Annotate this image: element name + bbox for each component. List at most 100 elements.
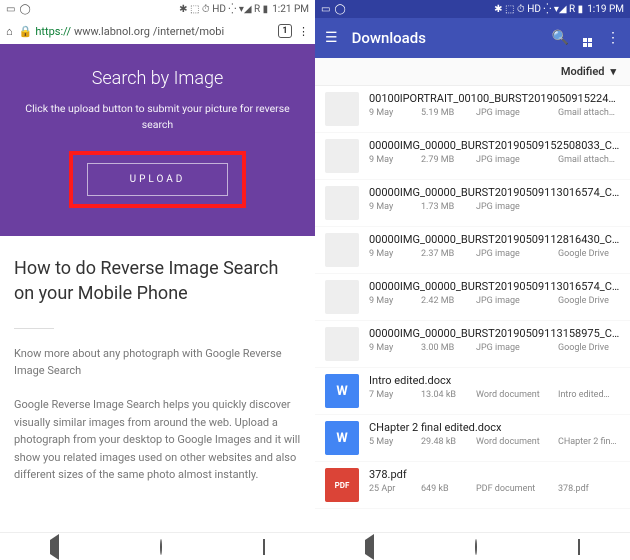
home-icon[interactable]: ⌂ — [6, 25, 13, 38]
file-name: 00000IMG_00000_BURST20190509113016574_C… — [369, 186, 620, 199]
file-size: 2.37 MB — [421, 249, 476, 259]
file-row[interactable]: 00000IMG_00000_BURST20190509152508033_C…… — [315, 133, 630, 180]
pdf-icon: PDF — [325, 468, 359, 502]
file-date: 9 May — [369, 108, 421, 118]
status-time: 1:21 PM — [272, 4, 309, 15]
url-host: www.labnol.org — [74, 25, 150, 38]
file-type: JPG image — [476, 108, 558, 118]
file-date: 5 May — [369, 437, 421, 447]
file-type: JPG image — [476, 202, 558, 212]
file-size: 13.04 kB — [421, 390, 476, 400]
article-paragraph: Google Reverse Image Search helps you qu… — [14, 396, 301, 484]
sort-bar[interactable]: Modified ▾ — [315, 58, 630, 86]
app-bar: ☰ Downloads 🔍 ⋮ — [315, 18, 630, 58]
file-date: 9 May — [369, 155, 421, 165]
file-date: 9 May — [369, 296, 421, 306]
menu-icon[interactable]: ⋮ — [298, 25, 309, 38]
file-name: 00000IMG_00000_BURST20190509112816430_C… — [369, 233, 620, 246]
divider — [14, 328, 54, 329]
file-name: 00000IMG_00000_BURST20190509113158975_C… — [369, 327, 620, 340]
file-size: 2.42 MB — [421, 296, 476, 306]
android-nav-bar — [0, 532, 315, 560]
file-size: 2.79 MB — [421, 155, 476, 165]
file-source — [558, 202, 620, 212]
lock-icon: 🔒 — [19, 25, 33, 38]
upload-highlight: UPLOAD — [69, 151, 247, 208]
home-button[interactable] — [160, 540, 162, 554]
status-bar: ▭◯ ✱ ⬚ ⏱ HD ⁛ ▾◢ R ▮1:19 PM — [315, 0, 630, 18]
file-date: 9 May — [369, 249, 421, 259]
file-size: 3.00 MB — [421, 343, 476, 353]
status-notification-icon: ▭ — [321, 4, 330, 15]
file-row[interactable]: PDF378.pdf25 Apr649 kBPDF document378.pd… — [315, 462, 630, 509]
file-list: 00100lPORTRAIT_00100_BURST20190509152241… — [315, 86, 630, 532]
status-icon: ◯ — [334, 4, 345, 15]
file-type: Word document — [476, 437, 558, 447]
file-size: 29.48 kB — [421, 437, 476, 447]
status-time: 1:19 PM — [587, 4, 624, 15]
file-type: JPG image — [476, 249, 558, 259]
article-body: How to do Reverse Image Search on your M… — [0, 236, 315, 521]
file-type: JPG image — [476, 343, 558, 353]
android-nav-bar — [315, 532, 630, 560]
file-type: JPG image — [476, 155, 558, 165]
file-name: 00000IMG_00000_BURST20190509152508033_C… — [369, 139, 620, 152]
view-grid-icon[interactable] — [583, 30, 592, 47]
back-button[interactable] — [50, 540, 59, 554]
file-source: Gmail attach… — [558, 108, 620, 118]
file-size: 1.73 MB — [421, 202, 476, 212]
image-thumbnail — [325, 139, 359, 173]
file-source: Google Drive — [558, 296, 620, 306]
file-name: Intro edited.docx — [369, 374, 620, 387]
file-source: 378.pdf — [558, 484, 620, 494]
recents-button[interactable] — [578, 540, 580, 554]
recents-button[interactable] — [263, 540, 265, 554]
article-heading: How to do Reverse Image Search on your M… — [14, 256, 301, 306]
back-button[interactable] — [365, 540, 374, 554]
hero-title: Search by Image — [14, 68, 301, 89]
file-row[interactable]: W CHapter 2 final edited.docx 5 May29.48 k… — [315, 415, 630, 462]
file-row[interactable]: 00100lPORTRAIT_00100_BURST20190509152241… — [315, 86, 630, 133]
image-thumbnail — [325, 280, 359, 314]
file-source: CHapter 2 fin… — [558, 437, 620, 447]
status-notification-icon: ▭ — [6, 4, 15, 15]
word-icon: W — [325, 421, 359, 455]
status-indicators: ✱ ⬚ ⏱ HD ⁛ ▾◢ R ▮ — [179, 4, 268, 15]
file-source: Google Drive — [558, 343, 620, 353]
file-row[interactable]: 00000IMG_00000_BURST20190509113016574_C…… — [315, 180, 630, 227]
file-name: CHapter 2 final edited.docx — [369, 421, 620, 434]
tab-switcher[interactable]: 1 — [278, 24, 292, 38]
article-intro: Know more about any photograph with Goog… — [14, 345, 301, 380]
hero-subtitle: Click the upload button to submit your p… — [14, 101, 301, 133]
file-date: 9 May — [369, 202, 421, 212]
upload-button[interactable]: UPLOAD — [87, 163, 229, 196]
url-scheme: https:// — [35, 25, 71, 38]
home-button[interactable] — [475, 540, 477, 554]
file-date: 7 May — [369, 390, 421, 400]
hero-section: Search by Image Click the upload button … — [0, 44, 315, 236]
word-icon: W — [325, 374, 359, 408]
menu-icon[interactable]: ☰ — [325, 30, 338, 46]
chrome-toolbar: ⌂ 🔒 https://www.labnol.org/internet/mobi… — [0, 18, 315, 44]
image-thumbnail — [325, 186, 359, 220]
file-row[interactable]: W Intro edited.docx 7 May13.04 kBWord docu… — [315, 368, 630, 415]
url-path: /internet/mobi — [153, 25, 224, 38]
file-row[interactable]: 00000IMG_00000_BURST20190509113016574_C…… — [315, 274, 630, 321]
file-row[interactable]: 00000IMG_00000_BURST20190509113158975_C…… — [315, 321, 630, 368]
image-thumbnail — [325, 327, 359, 361]
file-type: Word document — [476, 390, 558, 400]
chevron-down-icon: ▾ — [610, 65, 616, 78]
search-icon[interactable]: 🔍 — [552, 30, 569, 46]
status-icon: ◯ — [19, 4, 30, 15]
file-name: 00000IMG_00000_BURST20190509113016574_C… — [369, 280, 620, 293]
file-name: 00100lPORTRAIT_00100_BURST20190509152241… — [369, 92, 620, 105]
file-size: 649 kB — [421, 484, 476, 494]
file-source: Google Drive — [558, 249, 620, 259]
file-date: 9 May — [369, 343, 421, 353]
file-row[interactable]: 00000IMG_00000_BURST20190509112816430_C…… — [315, 227, 630, 274]
app-title: Downloads — [352, 29, 538, 47]
address-bar[interactable]: 🔒 https://www.labnol.org/internet/mobi — [19, 25, 272, 38]
file-name: 378.pdf — [369, 468, 620, 481]
overflow-icon[interactable]: ⋮ — [606, 30, 620, 46]
sort-label: Modified — [561, 65, 605, 78]
